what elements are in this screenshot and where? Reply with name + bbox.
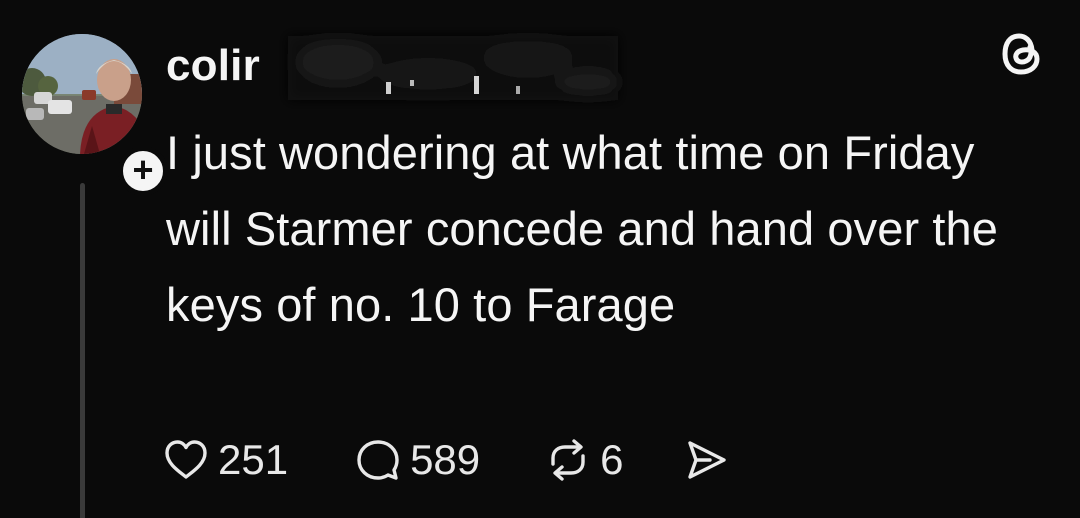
avatar-container[interactable]: + (22, 34, 168, 196)
heart-icon (165, 440, 207, 479)
follow-plus-button[interactable]: + (118, 146, 168, 196)
share-button[interactable] (682, 436, 738, 484)
like-button[interactable]: 251 (162, 436, 288, 484)
thread-post: + colir I just wondering at what time on… (0, 0, 1080, 518)
post-text: I just wondering at what time on Friday … (166, 126, 998, 331)
send-arrow-icon (687, 441, 726, 479)
repost-count: 6 (600, 436, 624, 483)
thread-line (80, 183, 85, 518)
plus-icon: + (132, 148, 154, 190)
avatar[interactable] (22, 34, 142, 154)
reply-count: 589 (410, 436, 481, 483)
speech-bubble-icon (357, 440, 399, 480)
repost-button[interactable]: 6 (544, 436, 624, 484)
threads-logo-icon[interactable] (996, 28, 1048, 80)
repost-arrows-icon (551, 439, 585, 481)
action-bar: 251 589 6 (162, 432, 738, 488)
redaction-blur (288, 36, 618, 100)
username[interactable]: colir (166, 41, 260, 91)
reply-button[interactable]: 589 (354, 436, 480, 484)
like-count: 251 (218, 436, 289, 483)
username-row[interactable]: colir (166, 38, 260, 94)
